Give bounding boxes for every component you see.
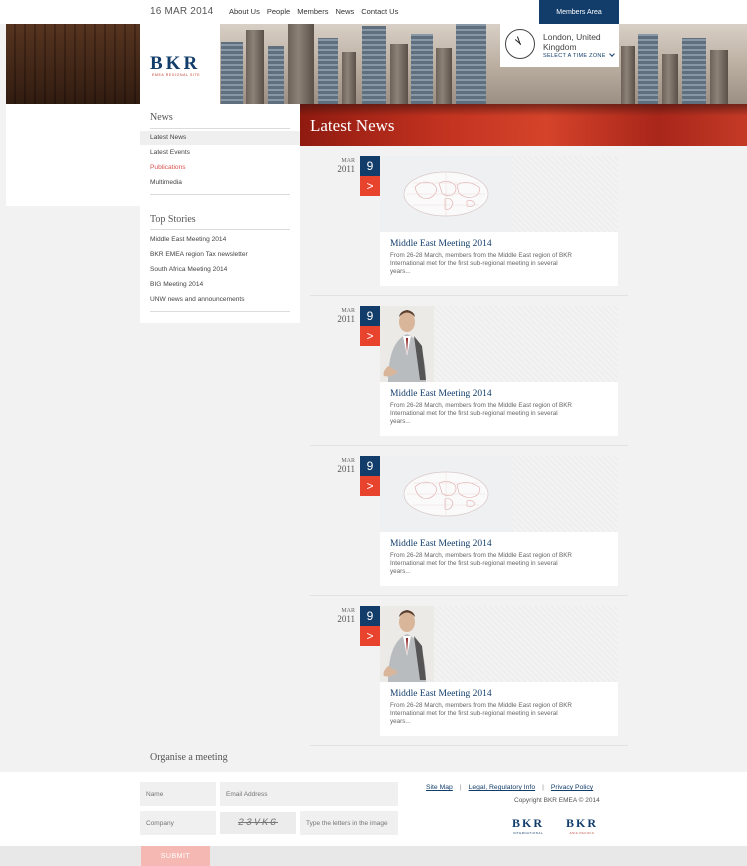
article-excerpt: From 26-28 March, members from the Middl…: [390, 252, 572, 275]
article-title[interactable]: Middle East Meeting 2014: [390, 539, 492, 549]
article-excerpt: From 26-28 March, members from the Middl…: [390, 702, 572, 725]
nav-news[interactable]: News: [335, 7, 354, 16]
article-date: MAR 2011: [333, 608, 355, 624]
site-map-link[interactable]: Site Map: [426, 784, 453, 791]
bkr-international-logo[interactable]: BKR INTERNATIONAL: [512, 816, 544, 835]
top-story-link[interactable]: UNW news and announcements: [150, 296, 245, 303]
members-area-button[interactable]: Members Area: [539, 0, 619, 24]
sidebar-spacer: [6, 206, 140, 323]
nav-members[interactable]: Members: [297, 7, 328, 16]
nav-about-us[interactable]: About Us: [229, 7, 260, 16]
top-story-link[interactable]: BKR EMEA region Tax newsletter: [150, 251, 248, 258]
divider: [310, 445, 628, 446]
world-map-icon: [403, 471, 489, 517]
organise-meeting-heading: Organise a meeting: [150, 752, 228, 763]
sidebar-item-multimedia[interactable]: Multimedia: [150, 179, 182, 186]
article-date: MAR 2011: [333, 308, 355, 324]
legal-info-link[interactable]: Legal, Regulatory Info: [469, 784, 536, 791]
select-timezone-dropdown[interactable]: SELECT A TIME ZONE: [543, 51, 615, 59]
read-more-arrow-icon[interactable]: >: [360, 626, 380, 646]
name-field[interactable]: [140, 782, 216, 806]
top-story-link[interactable]: BIG Meeting 2014: [150, 281, 203, 288]
read-more-arrow-icon[interactable]: >: [360, 476, 380, 496]
footer-links: Site Map | Legal, Regulatory Info | Priv…: [426, 784, 594, 791]
sidebar-news-heading: News: [150, 112, 173, 123]
page-title: Latest News: [310, 116, 395, 135]
chevron-down-icon: [608, 51, 615, 57]
article-date: MAR 2011: [333, 458, 355, 474]
copyright: Copyright BKR EMEA © 2014: [514, 797, 600, 804]
article-day: 9: [360, 306, 380, 326]
article-year: 2011: [337, 164, 355, 174]
divider: [150, 128, 290, 129]
divider: [150, 194, 290, 195]
article-year: 2011: [337, 314, 355, 324]
divider: [150, 311, 290, 312]
top-story-link[interactable]: Middle East Meeting 2014: [150, 236, 226, 243]
article-image[interactable]: [380, 456, 512, 532]
sidebar-top-stories-heading: Top Stories: [150, 214, 196, 225]
article-day: 9: [360, 456, 380, 476]
read-more-arrow-icon[interactable]: >: [360, 176, 380, 196]
nav-people[interactable]: People: [267, 7, 290, 16]
main-nav: About Us People Members News Contact Us: [229, 7, 398, 16]
hero-banner: [6, 24, 747, 104]
timezone-city: London, United Kingdom: [543, 32, 601, 52]
article-day: 9: [360, 606, 380, 626]
divider: [310, 745, 628, 746]
article-image[interactable]: [380, 606, 434, 682]
sidebar-item-publications[interactable]: Publications: [150, 164, 186, 171]
nav-contact-us[interactable]: Contact Us: [361, 7, 398, 16]
article-year: 2011: [337, 464, 355, 474]
select-timezone-label: SELECT A TIME ZONE: [543, 53, 606, 59]
article-title[interactable]: Middle East Meeting 2014: [390, 389, 492, 399]
bkr-asia-pacific-logo[interactable]: BKR ASIA PACIFIC: [566, 816, 598, 835]
divider: [310, 595, 628, 596]
divider: [150, 229, 290, 230]
top-story-link[interactable]: South Africa Meeting 2014: [150, 266, 227, 273]
article-excerpt: From 26-28 March, members from the Middl…: [390, 402, 572, 425]
businessman-icon: [380, 306, 434, 382]
article-excerpt: From 26-28 March, members from the Middl…: [390, 552, 572, 575]
privacy-policy-link[interactable]: Privacy Policy: [551, 784, 593, 791]
article-year: 2011: [337, 614, 355, 624]
article-day: 9: [360, 156, 380, 176]
logo-subtitle: EMEA REGIONAL SITE: [152, 73, 201, 77]
sidebar-item-latest-events[interactable]: Latest Events: [150, 149, 190, 156]
businessman-icon: [380, 606, 434, 682]
bottom-bar: [0, 846, 747, 866]
submit-button[interactable]: SUBMIT: [141, 846, 210, 866]
email-field[interactable]: [220, 782, 398, 806]
company-field[interactable]: [140, 811, 216, 835]
bkr-logo[interactable]: BKR: [150, 53, 200, 75]
clock-icon: [505, 29, 535, 59]
sidebar-item-latest-news[interactable]: Latest News: [150, 134, 186, 141]
captcha-image: 23VKG: [220, 812, 296, 834]
read-more-arrow-icon[interactable]: >: [360, 326, 380, 346]
current-date: 16 MAR 2014: [150, 6, 214, 17]
article-image[interactable]: [380, 306, 434, 382]
article-title[interactable]: Middle East Meeting 2014: [390, 689, 492, 699]
world-map-icon: [403, 171, 489, 217]
article-image[interactable]: [380, 156, 512, 232]
article-title[interactable]: Middle East Meeting 2014: [390, 239, 492, 249]
article-date: MAR 2011: [333, 158, 355, 174]
captcha-input[interactable]: [300, 811, 398, 835]
captcha-text: 23VKG: [237, 817, 278, 829]
divider: [310, 295, 628, 296]
